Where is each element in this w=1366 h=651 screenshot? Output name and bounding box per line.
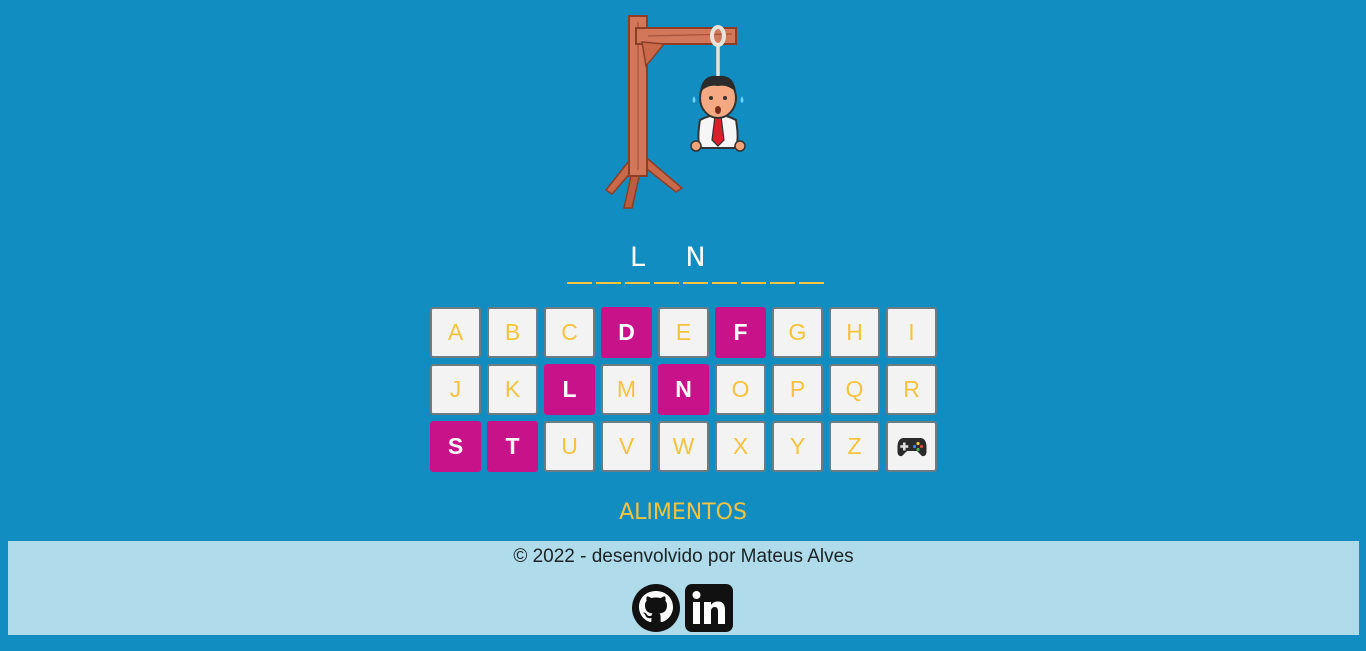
letter-slot <box>799 238 824 284</box>
gallows-illustration <box>604 15 746 209</box>
key-o[interactable]: O <box>715 364 766 415</box>
footer: © 2022 - desenvolvido por Mateus Alves <box>8 541 1359 635</box>
key-s[interactable]: S <box>430 421 481 472</box>
key-b[interactable]: B <box>487 307 538 358</box>
key-g[interactable]: G <box>772 307 823 358</box>
github-link[interactable] <box>631 583 681 633</box>
key-z[interactable]: Z <box>829 421 880 472</box>
key-a[interactable]: A <box>430 307 481 358</box>
linkedin-link[interactable] <box>684 583 734 633</box>
letter-slot <box>596 238 621 284</box>
key-q[interactable]: Q <box>829 364 880 415</box>
key-l[interactable]: L <box>544 364 595 415</box>
key-k[interactable]: K <box>487 364 538 415</box>
key-r[interactable]: R <box>886 364 937 415</box>
key-u[interactable]: U <box>544 421 595 472</box>
linkedin-icon <box>685 584 733 632</box>
key-x[interactable]: X <box>715 421 766 472</box>
category-label: ALIMENTOS <box>619 500 747 525</box>
key-p[interactable]: P <box>772 364 823 415</box>
key-m[interactable]: M <box>601 364 652 415</box>
letter-slot <box>741 238 766 284</box>
key-n[interactable]: N <box>658 364 709 415</box>
letter-slot: L <box>625 238 650 284</box>
footer-credits: © 2022 - desenvolvido por Mateus Alves <box>513 546 854 567</box>
key-v[interactable]: V <box>601 421 652 472</box>
letter-slot <box>770 238 795 284</box>
letter-slot: N <box>683 238 708 284</box>
key-d[interactable]: D <box>601 307 652 358</box>
letter-slot <box>712 238 737 284</box>
key-y[interactable]: Y <box>772 421 823 472</box>
key-h[interactable]: H <box>829 307 880 358</box>
key-j[interactable]: J <box>430 364 481 415</box>
letter-keyboard: ABCDEFGHI JKLMNOPQR STUVWXYZ <box>430 307 937 472</box>
letter-slot <box>654 238 679 284</box>
key-i[interactable]: I <box>886 307 937 358</box>
key-f[interactable]: F <box>715 307 766 358</box>
gamepad-icon <box>897 437 926 456</box>
key-e[interactable]: E <box>658 307 709 358</box>
key-w[interactable]: W <box>658 421 709 472</box>
key-t[interactable]: T <box>487 421 538 472</box>
github-icon <box>632 584 680 632</box>
word-slots: LN <box>567 238 824 284</box>
new-game-button[interactable] <box>886 421 937 472</box>
key-c[interactable]: C <box>544 307 595 358</box>
letter-slot <box>567 238 592 284</box>
